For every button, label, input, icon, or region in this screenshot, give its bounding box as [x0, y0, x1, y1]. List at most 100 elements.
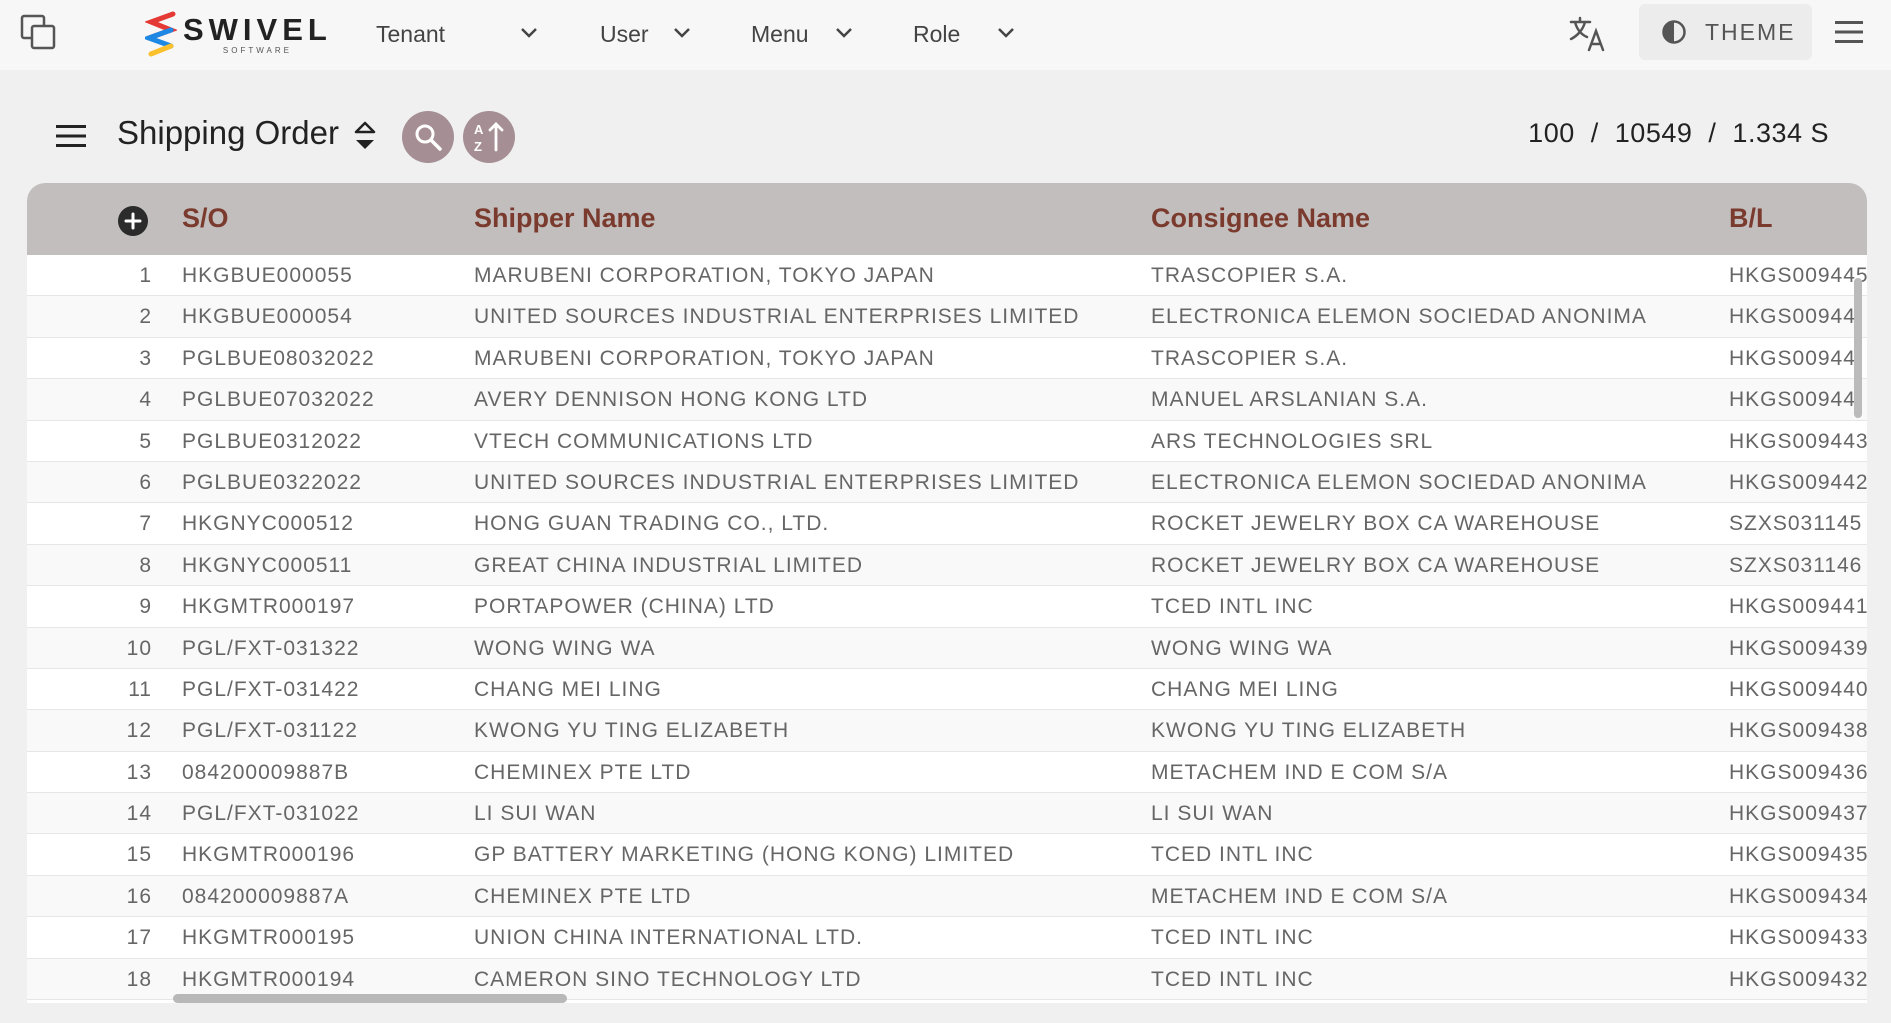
- cell-so: PGL/FXT-031022: [182, 802, 360, 826]
- cell-bl: HKGS00944: [1729, 388, 1856, 412]
- cell-consignee-name: ELECTRONICA ELEMON SOCIEDAD ANONIMA: [1151, 305, 1647, 329]
- row-number: 8: [139, 553, 152, 577]
- table-row[interactable]: 13 084200009887B CHEMINEX PTE LTD METACHEM …: [27, 751, 1867, 794]
- column-header-so[interactable]: S/O: [182, 203, 229, 234]
- stats-separator: /: [1590, 118, 1599, 148]
- table-row[interactable]: 6 PGLBUE0322022 UNITED SOURCES INDUSTRIAL …: [27, 461, 1867, 504]
- cell-so: PGLBUE07032022: [182, 388, 375, 412]
- cell-so: HKGBUE000055: [182, 264, 353, 287]
- query-time: 1.334 S: [1732, 118, 1829, 148]
- row-number: 14: [126, 802, 152, 826]
- cell-bl: HKGS009442: [1729, 470, 1867, 494]
- cell-consignee-name: ELECTRONICA ELEMON SOCIEDAD ANONIMA: [1151, 470, 1647, 494]
- table-row[interactable]: 4 PGLBUE07032022 AVERY DENNISON HONG KONG …: [27, 379, 1867, 421]
- cell-shipper-name: GP BATTERY MARKETING (HONG KONG) LIMITED: [474, 843, 1015, 867]
- translate-icon[interactable]: [1568, 14, 1608, 54]
- cell-consignee-name: CHANG MEI LING: [1151, 677, 1339, 701]
- table-row[interactable]: 12 PGL/FXT-031122 KWONG YU TING ELIZABETH K…: [27, 710, 1867, 752]
- row-number: 17: [126, 926, 152, 950]
- table-row[interactable]: 2 HKGBUE000054 UNITED SOURCES INDUSTRIAL E…: [27, 296, 1867, 338]
- nav-menu-label: Menu: [751, 20, 809, 47]
- sort-button[interactable]: A Z: [463, 111, 515, 163]
- stats-separator: /: [1708, 118, 1717, 148]
- page-title: Shipping Order: [117, 114, 339, 151]
- window-icon[interactable]: [20, 14, 56, 50]
- cell-bl: SZXS031146: [1729, 553, 1863, 577]
- table-row[interactable]: 7 HKGNYC000512 HONG GUAN TRADING CO., LTD.…: [27, 503, 1867, 545]
- table-row[interactable]: 3 PGLBUE08032022 MARUBENI CORPORATION, TOK…: [27, 337, 1867, 380]
- logo-text: SWIVEL: [183, 12, 332, 47]
- cell-shipper-name: CAMERON SINO TECHNOLOGY LTD: [474, 967, 862, 991]
- shipping-order-grid: S/O Shipper Name Consignee Name B/L 1 HKG…: [27, 183, 1867, 1003]
- cell-shipper-name: GREAT CHINA INDUSTRIAL LIMITED: [474, 553, 863, 577]
- sort-toggle-icon[interactable]: [352, 120, 378, 152]
- table-row[interactable]: 9 HKGMTR000197 PORTAPOWER (CHINA) LTD TCED …: [27, 586, 1867, 628]
- cell-consignee-name: TRASCOPIER S.A.: [1151, 264, 1349, 287]
- cell-so: HKGMTR000194: [182, 967, 356, 991]
- row-number: 10: [126, 636, 152, 660]
- cell-shipper-name: HONG GUAN TRADING CO., LTD.: [474, 512, 830, 536]
- cell-bl: HKGS009440: [1729, 677, 1867, 701]
- table-row[interactable]: 10 PGL/FXT-031322 WONG WING WA WONG WING WA…: [27, 627, 1867, 669]
- cell-so: PGLBUE0322022: [182, 470, 362, 494]
- cell-consignee-name: TCED INTL INC: [1151, 595, 1314, 619]
- row-number: 9: [139, 595, 152, 619]
- table-row[interactable]: 14 PGL/FXT-031022 LI SUI WAN LI SUI WAN HKGS…: [27, 793, 1867, 835]
- cell-bl: HKGS00944: [1729, 346, 1856, 370]
- cell-bl: HKGS009437: [1729, 802, 1867, 826]
- cell-shipper-name: KWONG YU TING ELIZABETH: [474, 719, 790, 743]
- nav-role[interactable]: Role: [913, 16, 1023, 52]
- menu-icon[interactable]: [1833, 18, 1865, 46]
- cell-consignee-name: TCED INTL INC: [1151, 967, 1314, 991]
- cell-consignee-name: ARS TECHNOLOGIES SRL: [1151, 429, 1434, 453]
- top-bar: SWIVEL SOFTWARE Tenant User Menu Role TH…: [0, 0, 1891, 70]
- vertical-scrollbar[interactable]: [1854, 278, 1862, 418]
- cell-so: PGLBUE0312022: [182, 429, 362, 453]
- column-header-bl[interactable]: B/L: [1729, 203, 1773, 234]
- add-row-icon[interactable]: [117, 205, 149, 237]
- cell-so: HKGMTR000196: [182, 843, 356, 867]
- cell-so: HKGMTR000197: [182, 595, 356, 619]
- table-row[interactable]: 17 HKGMTR000195 UNION CHINA INTERNATIONAL …: [27, 917, 1867, 959]
- cell-consignee-name: METACHEM IND E COM S/A: [1151, 760, 1448, 784]
- row-number: 4: [139, 388, 152, 412]
- cell-consignee-name: MANUEL ARSLANIAN S.A.: [1151, 388, 1428, 412]
- cell-so: PGL/FXT-031122: [182, 719, 358, 743]
- svg-text:A: A: [474, 122, 484, 137]
- chevron-down-icon: [836, 28, 852, 38]
- column-header-shipper[interactable]: Shipper Name: [474, 203, 656, 234]
- cell-so: HKGMTR000195: [182, 926, 356, 950]
- table-row[interactable]: 11 PGL/FXT-031422 CHANG MEI LING CHANG MEI …: [27, 668, 1867, 711]
- horizontal-scrollbar[interactable]: [173, 994, 567, 1003]
- theme-button[interactable]: THEME: [1639, 4, 1812, 60]
- cell-so: 084200009887B: [182, 760, 350, 784]
- column-header-consignee[interactable]: Consignee Name: [1151, 203, 1370, 234]
- nav-menu[interactable]: Menu: [751, 16, 861, 52]
- table-row[interactable]: 8 HKGNYC000511 GREAT CHINA INDUSTRIAL LIMI…: [27, 544, 1867, 587]
- search-button[interactable]: [402, 111, 454, 163]
- cell-bl: HKGS009438: [1729, 719, 1867, 743]
- nav-tenant[interactable]: Tenant: [376, 16, 546, 52]
- cell-consignee-name: KWONG YU TING ELIZABETH: [1151, 719, 1467, 743]
- nav-user[interactable]: User: [600, 16, 700, 52]
- cell-shipper-name: UNITED SOURCES INDUSTRIAL ENTERPRISES LI…: [474, 305, 1080, 329]
- page-header: Shipping Order A Z 100 / 10549 / 1.334 S: [0, 100, 1891, 170]
- shown-count: 100: [1528, 118, 1575, 148]
- table-row[interactable]: 15 HKGMTR000196 GP BATTERY MARKETING (HONG…: [27, 834, 1867, 876]
- cell-consignee-name: TRASCOPIER S.A.: [1151, 346, 1349, 370]
- record-stats: 100 / 10549 / 1.334 S: [1528, 118, 1829, 149]
- table-row[interactable]: 1 HKGBUE000055 MARUBENI CORPORATION, TOKYO…: [27, 255, 1867, 297]
- hamburger-icon[interactable]: [56, 124, 88, 148]
- table-row[interactable]: 16 084200009887A CHEMINEX PTE LTD METACHEM …: [27, 875, 1867, 918]
- row-number: 2: [139, 305, 152, 329]
- cell-bl: HKGS009439: [1729, 636, 1867, 660]
- nav-user-label: User: [600, 20, 649, 47]
- cell-shipper-name: AVERY DENNISON HONG KONG LTD: [474, 388, 869, 412]
- table-row[interactable]: 5 PGLBUE0312022 VTECH COMMUNICATIONS LTD AR…: [27, 420, 1867, 462]
- cell-bl: HKGS009434: [1729, 884, 1867, 908]
- swivel-logo-mark: [145, 11, 177, 57]
- row-number: 16: [126, 884, 152, 908]
- grid-header: S/O Shipper Name Consignee Name B/L: [27, 183, 1867, 255]
- cell-so: PGL/FXT-031422: [182, 677, 360, 701]
- cell-so: HKGNYC000512: [182, 512, 354, 536]
